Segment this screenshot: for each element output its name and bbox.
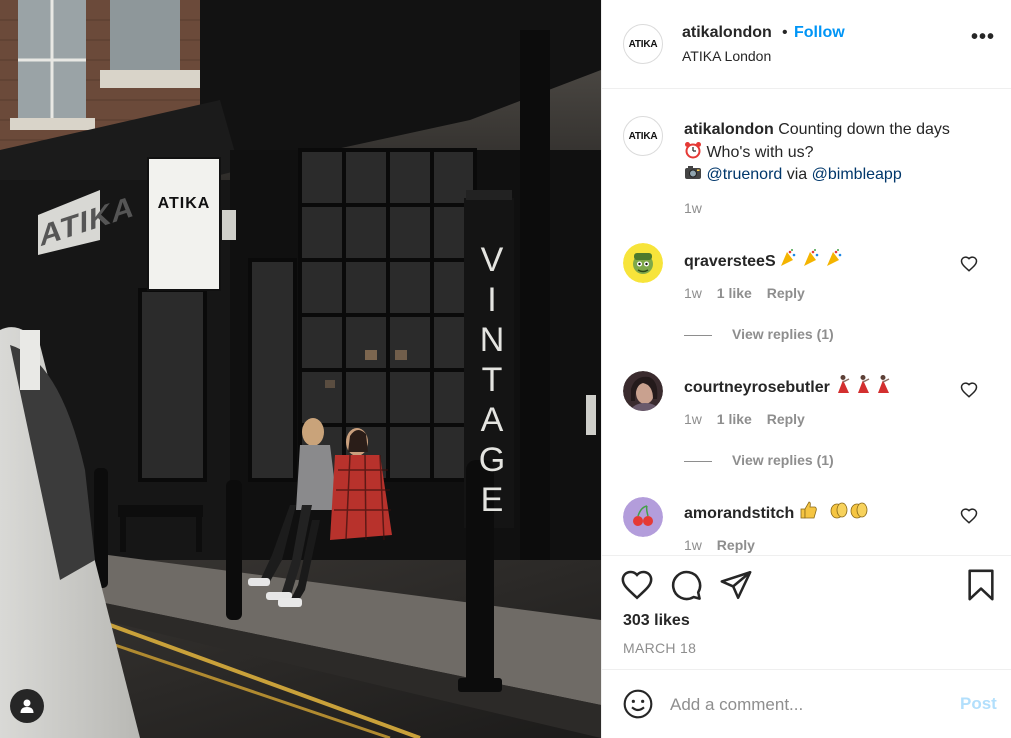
reply-button[interactable]: Reply xyxy=(767,411,805,427)
caption-time[interactable]: 1w xyxy=(684,200,702,216)
banner-letter: E xyxy=(480,481,504,519)
commenter-avatar[interactable] xyxy=(623,497,663,537)
thumbs-up-clap-icon xyxy=(800,501,868,519)
banner-letter: I xyxy=(487,281,497,319)
reply-button[interactable]: Reply xyxy=(767,285,805,301)
comment-meta: 1w 1 like Reply xyxy=(684,411,816,427)
comment-username[interactable]: amorandstitch xyxy=(684,505,794,522)
view-replies-button[interactable]: View replies (1) xyxy=(684,326,834,342)
tagged-users-button[interactable] xyxy=(10,689,44,723)
party-popper-icon xyxy=(781,249,842,266)
bookmark-icon[interactable] xyxy=(964,568,998,602)
dancer-icon xyxy=(838,375,890,393)
avatar-image xyxy=(623,497,663,537)
post-header: ATIKA atikalondon • Follow ATIKA London … xyxy=(602,0,1011,89)
banner-letter: N xyxy=(479,321,505,359)
comment-bubble-icon[interactable] xyxy=(669,568,703,602)
caption-text: atikalondon Counting down the days Who's… xyxy=(684,119,994,186)
comment-username[interactable]: qraversteeS xyxy=(684,253,776,270)
banner-letter: A xyxy=(480,401,504,439)
heart-icon[interactable] xyxy=(960,381,978,399)
banner-letter: G xyxy=(478,441,506,479)
comment-item: qraversteeS 1w 1 like Reply View replies… xyxy=(602,240,1011,360)
comment-item: amorandstitch 1w Reply xyxy=(602,492,1011,555)
alarm-clock-icon xyxy=(685,141,701,158)
comment-text: courtneyrosebutler xyxy=(684,374,894,397)
mention-truenord[interactable]: @truenord xyxy=(706,166,782,183)
commenter-avatar[interactable] xyxy=(623,371,663,411)
banner-letter: T xyxy=(481,361,503,399)
caption-line-2: Who's with us? xyxy=(702,143,814,161)
post-actions: 303 likes MARCH 18 xyxy=(602,556,1011,670)
follow-button[interactable]: Follow xyxy=(794,24,845,42)
post-photo[interactable]: ATIKA ATIKA V I N T A G E xyxy=(0,0,601,738)
view-replies-label: View replies (1) xyxy=(732,326,834,342)
comment-input[interactable] xyxy=(670,692,940,718)
heart-icon[interactable] xyxy=(960,507,978,525)
reply-button[interactable]: Reply xyxy=(717,537,755,553)
comment-meta: 1w 1 like Reply xyxy=(684,285,816,301)
caption-line-1: Counting down the days xyxy=(773,121,950,138)
comment-time[interactable]: 1w xyxy=(684,537,702,553)
like-heart-icon[interactable] xyxy=(620,568,654,602)
mention-bimbleapp[interactable]: @bimbleapp xyxy=(812,166,902,183)
avatar-logo-text: ATIKA xyxy=(628,38,658,50)
author-username[interactable]: atikalondon xyxy=(682,24,772,42)
divider-line xyxy=(684,460,712,462)
avatar-logo-text: ATIKA xyxy=(628,130,658,142)
divider-line xyxy=(684,334,712,336)
view-replies-label: View replies (1) xyxy=(732,452,834,468)
commenter-avatar[interactable] xyxy=(623,243,663,283)
comment-meta: 1w Reply xyxy=(684,537,766,553)
user-icon xyxy=(20,699,34,713)
caption-avatar[interactable]: ATIKA xyxy=(623,116,663,156)
separator-dot: • xyxy=(782,24,788,41)
view-replies-button[interactable]: View replies (1) xyxy=(684,452,834,468)
thumbs-clap-emojis xyxy=(799,501,869,522)
comments-list[interactable]: ATIKA atikalondon Counting down the days… xyxy=(602,89,1011,556)
author-avatar[interactable]: ATIKA xyxy=(623,24,663,64)
more-options-icon[interactable]: ••• xyxy=(968,27,998,50)
comment-likes[interactable]: 1 like xyxy=(717,285,752,301)
vintage-banner: V I N T A G E xyxy=(472,240,512,520)
comment-likes[interactable]: 1 like xyxy=(717,411,752,427)
avatar-image xyxy=(623,371,663,411)
caption-via: via xyxy=(782,166,812,183)
comment-text: qraversteeS xyxy=(684,248,842,271)
dancer-emojis xyxy=(834,375,894,396)
comment-username[interactable]: courtneyrosebutler xyxy=(684,379,830,396)
post-comment-button[interactable]: Post xyxy=(960,694,997,714)
emoji-smile-icon[interactable] xyxy=(622,688,654,720)
camera-flash-icon xyxy=(685,166,701,179)
heart-icon[interactable] xyxy=(960,255,978,273)
share-send-icon[interactable] xyxy=(719,568,753,602)
comment-time[interactable]: 1w xyxy=(684,285,702,301)
comment-item: courtneyrosebutler 1w 1 like Reply View … xyxy=(602,366,1011,486)
likes-count[interactable]: 303 likes xyxy=(623,612,690,630)
post-date[interactable]: MARCH 18 xyxy=(623,640,696,656)
banner-letter: V xyxy=(480,241,504,279)
comment-time[interactable]: 1w xyxy=(684,411,702,427)
avatar-image xyxy=(623,243,663,283)
post-details-panel: ATIKA atikalondon • Follow ATIKA London … xyxy=(601,0,1011,738)
caption-username[interactable]: atikalondon xyxy=(684,121,774,138)
add-comment-bar: Post xyxy=(602,670,1011,738)
shop-sign: ATIKA xyxy=(157,195,211,212)
comment-text: amorandstitch xyxy=(684,500,869,523)
location-link[interactable]: ATIKA London xyxy=(682,48,771,64)
party-popper-emojis xyxy=(780,249,842,270)
